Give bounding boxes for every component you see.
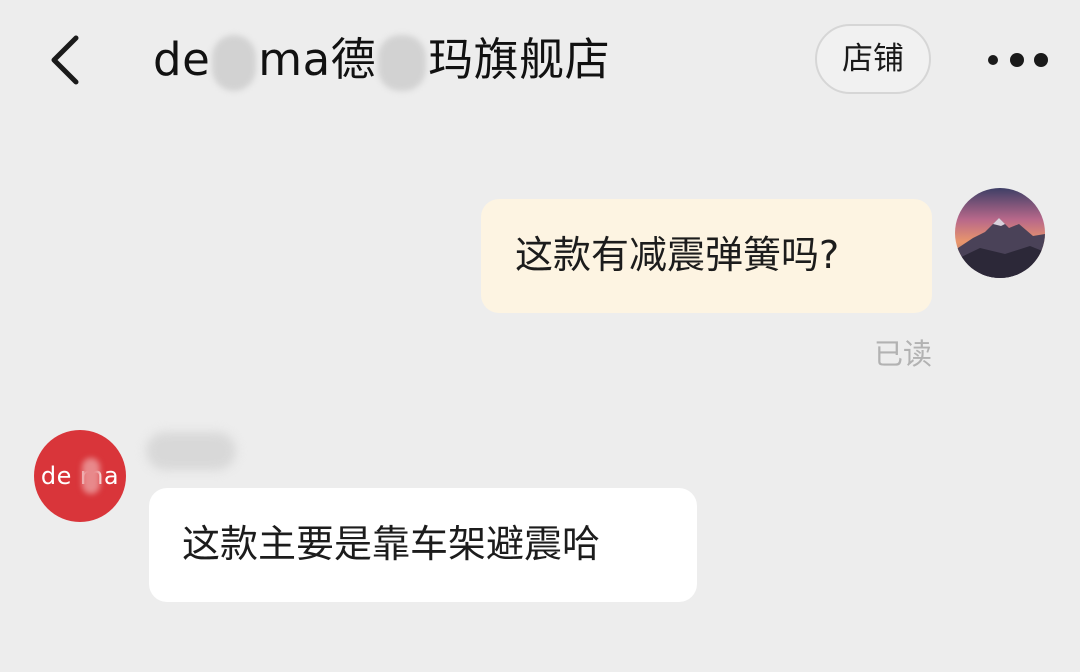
chevron-left-icon bbox=[51, 35, 79, 85]
user-avatar[interactable] bbox=[955, 188, 1045, 278]
mountain-sunset-avatar bbox=[955, 188, 1045, 278]
shop-title-part: de bbox=[153, 33, 211, 86]
redacted-text bbox=[378, 35, 427, 91]
read-status: 已读 bbox=[873, 337, 932, 371]
shop-title-part: 玛旗舰店 bbox=[428, 33, 611, 86]
outgoing-message-bubble[interactable]: 这款有减震弹簧吗? bbox=[481, 199, 932, 313]
sender-name-redacted bbox=[146, 432, 236, 470]
shop-title: de ma德 玛旗舰店 bbox=[153, 28, 610, 92]
shop-avatar[interactable]: de ma bbox=[34, 430, 126, 522]
incoming-message-bubble[interactable]: 这款主要是靠车架避震哈 bbox=[149, 488, 697, 602]
shop-title-part: ma德 bbox=[258, 33, 377, 86]
more-dots-icon bbox=[988, 53, 1048, 67]
shop-button[interactable]: 店铺 bbox=[815, 24, 931, 94]
back-button[interactable] bbox=[40, 34, 92, 86]
redacted-text bbox=[212, 35, 257, 91]
shop-logo-text: de ma bbox=[40, 462, 120, 490]
more-button[interactable] bbox=[984, 40, 1054, 80]
redacted-logo bbox=[82, 458, 100, 494]
